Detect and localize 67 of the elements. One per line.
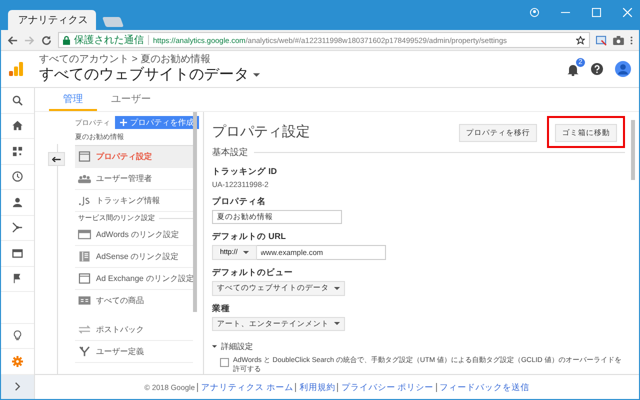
footer-link[interactable]: 利用規約 bbox=[295, 382, 336, 392]
grid-icon bbox=[78, 295, 91, 306]
avatar-icon[interactable] bbox=[615, 61, 631, 77]
page-heading: プロパティ設定 bbox=[212, 123, 310, 141]
lock-icon bbox=[63, 36, 70, 44]
back-arrow-icon bbox=[52, 156, 61, 162]
dashboard-icon[interactable] bbox=[12, 146, 23, 157]
window-icon[interactable] bbox=[12, 248, 23, 259]
caret-icon bbox=[334, 286, 340, 290]
search-icon[interactable] bbox=[12, 94, 23, 106]
panel-icon bbox=[78, 151, 91, 162]
footer-link[interactable]: アナリティクス ホーム bbox=[196, 382, 294, 392]
secure-label: 保護された通信 bbox=[74, 34, 144, 47]
arrows-icon bbox=[78, 324, 91, 335]
lightbulb-icon[interactable] bbox=[12, 330, 23, 342]
home-icon[interactable] bbox=[12, 120, 23, 132]
caret-icon bbox=[253, 72, 260, 76]
maximize-icon[interactable] bbox=[592, 8, 601, 17]
account-icon[interactable] bbox=[530, 8, 539, 17]
scrollbar-thumb[interactable] bbox=[193, 112, 197, 312]
extension-icon[interactable] bbox=[596, 34, 607, 46]
branch-icon[interactable] bbox=[12, 222, 23, 234]
clock-icon[interactable] bbox=[12, 171, 23, 182]
field-label: デフォルトのビュー bbox=[212, 267, 293, 278]
chevron-icon[interactable] bbox=[12, 381, 23, 392]
book-icon bbox=[78, 251, 91, 262]
settings-icon[interactable] bbox=[12, 356, 23, 367]
js-icon bbox=[78, 195, 91, 206]
field-label: デフォルトの URL bbox=[212, 231, 286, 242]
window-icon bbox=[78, 229, 91, 240]
camera-icon[interactable] bbox=[613, 36, 624, 44]
tab-title: アナリティクス bbox=[18, 14, 88, 27]
field-label: プロパティ名 bbox=[212, 196, 266, 207]
caret-icon bbox=[242, 251, 249, 254]
section-heading: 基本設定 bbox=[212, 146, 248, 159]
tab[interactable]: ユーザー bbox=[97, 88, 165, 111]
checkbox[interactable] bbox=[220, 358, 229, 367]
bell-icon[interactable] bbox=[567, 62, 579, 76]
close-icon[interactable] bbox=[623, 8, 632, 17]
bar-chart-logo bbox=[9, 62, 23, 76]
menu-item[interactable]: ユーザー定義 bbox=[75, 341, 193, 363]
back-icon[interactable] bbox=[7, 34, 18, 46]
menu-item[interactable]: AdSense のリンク設定 bbox=[75, 246, 193, 268]
person-icon[interactable] bbox=[12, 196, 23, 208]
menu-item[interactable]: ポストバック bbox=[75, 319, 193, 341]
breadcrumb[interactable]: すべてのアカウント > 夏のお勧め情報 bbox=[39, 54, 567, 65]
field-label: 業種 bbox=[212, 302, 230, 314]
help-icon[interactable] bbox=[591, 63, 603, 75]
reload-icon[interactable] bbox=[41, 34, 52, 46]
plus-icon bbox=[120, 119, 127, 126]
footer-link[interactable]: プライバシー ポリシー bbox=[337, 382, 434, 392]
back-button[interactable] bbox=[48, 152, 65, 166]
fork-icon bbox=[78, 346, 91, 357]
flag-icon[interactable] bbox=[12, 273, 23, 284]
field-label: トラッキング ID bbox=[212, 166, 277, 177]
browser-tab[interactable]: アナリティクス bbox=[8, 10, 96, 30]
tab[interactable]: 管理 bbox=[49, 88, 97, 111]
scrollbar-thumb[interactable] bbox=[631, 120, 635, 180]
menu-icon[interactable] bbox=[630, 34, 633, 46]
advanced-toggle[interactable]: 詳細設定 bbox=[212, 340, 253, 352]
menu-item[interactable]: すべての商品 bbox=[75, 290, 193, 311]
footer-link[interactable]: フィードバックを送信 bbox=[436, 382, 530, 392]
panel-icon bbox=[78, 273, 91, 284]
caret-icon bbox=[334, 322, 340, 326]
people-icon bbox=[78, 173, 91, 184]
view-selector[interactable]: すべてのウェブサイトのデータ bbox=[39, 65, 567, 84]
star-icon[interactable] bbox=[576, 36, 585, 44]
